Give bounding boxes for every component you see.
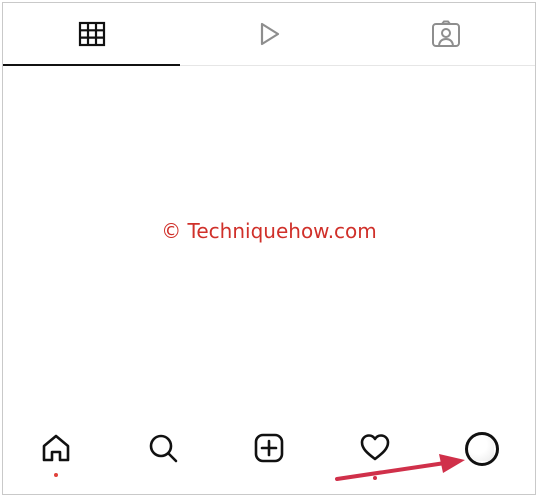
- pointer-arrow-annotation: [335, 454, 465, 481]
- reels-play-icon: [255, 20, 283, 48]
- nav-search[interactable]: [135, 432, 191, 482]
- notification-dot: [54, 473, 59, 477]
- nav-home[interactable]: [28, 432, 84, 482]
- tagged-person-icon: [431, 20, 461, 48]
- tab-reels[interactable]: [180, 3, 357, 65]
- search-icon: [147, 432, 179, 469]
- tab-posts-grid[interactable]: [3, 3, 181, 66]
- grid-icon: [78, 21, 106, 47]
- tab-tagged[interactable]: [358, 3, 535, 65]
- new-post-icon: [253, 432, 285, 469]
- home-icon: [40, 432, 72, 469]
- watermark-text: © Techniquehow.com: [161, 219, 377, 243]
- nav-new-post[interactable]: [241, 432, 297, 482]
- profile-screen: © Techniquehow.com: [2, 2, 536, 495]
- profile-tabs: [3, 3, 535, 66]
